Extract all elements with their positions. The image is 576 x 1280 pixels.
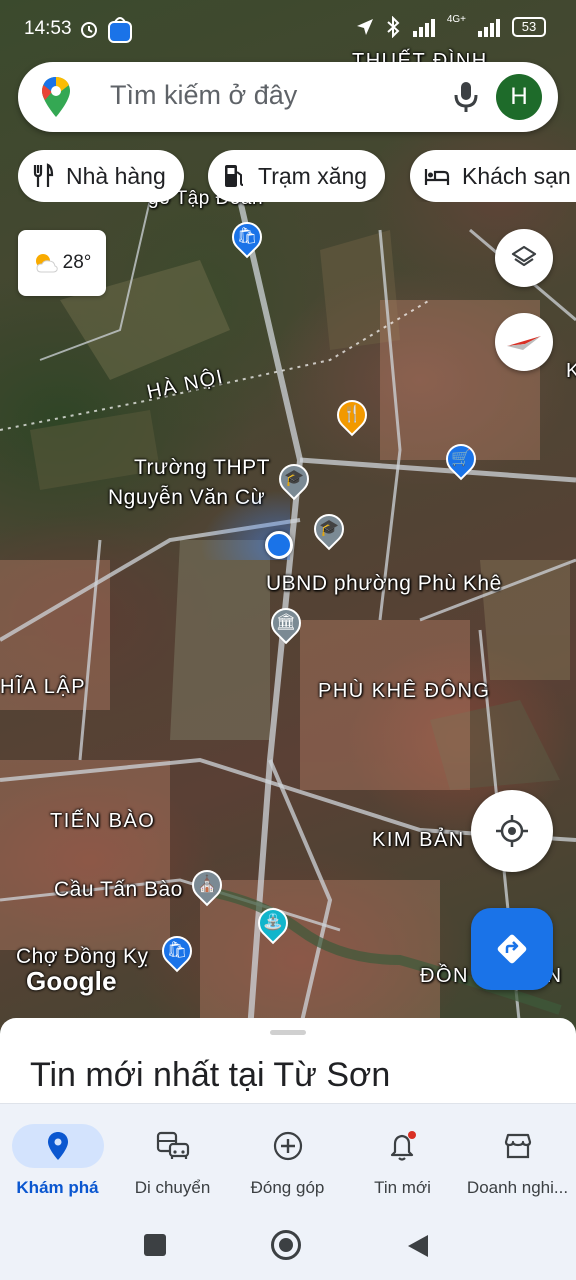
account-avatar[interactable]: H [496, 74, 542, 120]
alarm-icon [81, 22, 97, 38]
store-poi-pin[interactable]: 🛒 [439, 437, 483, 482]
map-label-nghia-lap: HĨA LẬP [0, 676, 87, 698]
compass-button[interactable] [495, 313, 553, 371]
status-bar: 14:53 4G+ 53 [0, 0, 576, 58]
google-logo: Google [26, 966, 117, 996]
nav-updates[interactable]: Tin mới [345, 1104, 460, 1214]
my-location-button[interactable] [471, 790, 553, 872]
search-bar[interactable]: Tìm kiếm ở đây H [18, 62, 558, 132]
layers-button[interactable] [495, 229, 553, 287]
microphone-icon[interactable] [452, 80, 480, 114]
chip-hotels-label: Khách sạn [462, 162, 571, 189]
home-button-dot [279, 1238, 293, 1252]
nav-business-label: Doanh nghi... [466, 1178, 569, 1197]
map-label-ubnd: UBND phường Phù Khê [266, 572, 502, 595]
weather-temperature: 28° [62, 252, 92, 273]
map-label-kim-bang: KIM BẢN [372, 829, 465, 851]
nav-business[interactable]: Doanh nghi... [459, 1104, 576, 1214]
map-label-phu-khe-dong: PHÙ KHÊ ĐÔNG [318, 680, 491, 702]
shopping-poi-pin[interactable]: 🛍 [225, 215, 269, 260]
shopping-bag-icon: 🛍 [166, 942, 188, 959]
chip-gas-stations[interactable]: Trạm xăng [208, 150, 386, 202]
landmark-icon: ⛲ [263, 914, 283, 931]
map-label-tien-bao: TIẾN BÀO [50, 810, 156, 832]
compass-icon [507, 336, 541, 350]
nav-explore-indicator [11, 1124, 104, 1168]
back-button-icon[interactable] [406, 1233, 430, 1259]
map-label-dong: ĐỒN [420, 965, 469, 987]
layers-icon [511, 245, 537, 267]
status-time: 14:53 [24, 18, 72, 39]
hotel-icon [424, 169, 450, 185]
network-type: 4G+ [446, 13, 466, 25]
directions-button[interactable] [471, 908, 553, 990]
bridge-poi-pin[interactable]: ⛪ [185, 863, 229, 908]
landmark-poi-pin[interactable]: ⛲ [251, 901, 295, 946]
government-poi-pin[interactable]: 🏛 [264, 601, 308, 646]
search-input[interactable]: Tìm kiếm ở đây [110, 80, 297, 111]
nav-contribute-label: Đóng góp [250, 1178, 325, 1197]
chip-hotels[interactable]: Khách sạn [410, 150, 576, 202]
signal-icon-2 [478, 19, 500, 37]
chip-restaurants[interactable]: Nhà hàng [18, 150, 184, 202]
nav-commute[interactable]: Di chuyển [115, 1104, 230, 1214]
school-poi-pin-2[interactable]: 🎓 [307, 507, 351, 552]
nav-contribute[interactable]: Đóng góp [230, 1104, 345, 1214]
partly-cloudy-icon [35, 254, 58, 273]
shopping-app-notification-icon [108, 17, 132, 43]
contribute-plus-icon [273, 1131, 302, 1161]
google-maps-pin-icon [42, 77, 70, 117]
restaurant-icon [33, 163, 54, 187]
system-navigation-bar [0, 1213, 576, 1280]
crosshair-icon [496, 815, 528, 847]
directions-arrow-icon [497, 934, 527, 964]
restaurant-poi-pin[interactable]: 🍴 [330, 393, 374, 438]
recents-button[interactable] [144, 1234, 166, 1256]
current-location-dot [265, 531, 293, 559]
explore-pin-icon [47, 1132, 68, 1160]
map-label-cau-tan-bao: Cầu Tấn Bào [54, 878, 183, 901]
nav-commute-label: Di chuyển [134, 1178, 211, 1197]
market-poi-pin[interactable]: 🛍 [155, 929, 199, 974]
chip-gas-stations-label: Trạm xăng [258, 162, 368, 189]
commute-icon [156, 1131, 189, 1159]
shopping-bag-icon: 🛍 [236, 228, 258, 245]
business-store-icon [504, 1133, 531, 1159]
notifications-bell-icon [390, 1131, 416, 1161]
nav-explore-label: Khám phá [16, 1178, 99, 1197]
graduation-cap-icon: 🎓 [319, 520, 339, 537]
fork-knife-icon: 🍴 [342, 406, 362, 423]
location-arrow-icon [356, 19, 373, 35]
map-label-school-line1: Trường THPT [134, 456, 271, 479]
nav-explore[interactable]: Khám phá [0, 1104, 115, 1214]
bottom-navigation: Khám phá Di chuyển Đóng góp Tin mới Doan… [0, 1103, 576, 1213]
sheet-title: Tin mới nhất tại Từ Sơn [30, 1056, 391, 1094]
building-columns-icon: 🏛 [275, 614, 297, 631]
bridge-icon: ⛪ [197, 876, 217, 893]
sheet-drag-handle[interactable] [270, 1030, 306, 1035]
signal-icon-1 [412, 19, 435, 37]
weather-widget[interactable]: 28° [18, 230, 106, 296]
gas-station-icon [225, 165, 244, 187]
category-chips: Nhà hàng Trạm xăng Khách sạn [18, 150, 576, 202]
battery-indicator: 53 [512, 17, 546, 37]
home-button[interactable] [271, 1230, 301, 1260]
nav-updates-label: Tin mới [374, 1178, 431, 1197]
cart-icon: 🛒 [451, 450, 471, 467]
bluetooth-icon [387, 16, 400, 38]
chip-restaurants-label: Nhà hàng [66, 162, 166, 189]
graduation-cap-icon: 🎓 [284, 470, 304, 487]
map-label-edge-k: K [566, 360, 576, 382]
